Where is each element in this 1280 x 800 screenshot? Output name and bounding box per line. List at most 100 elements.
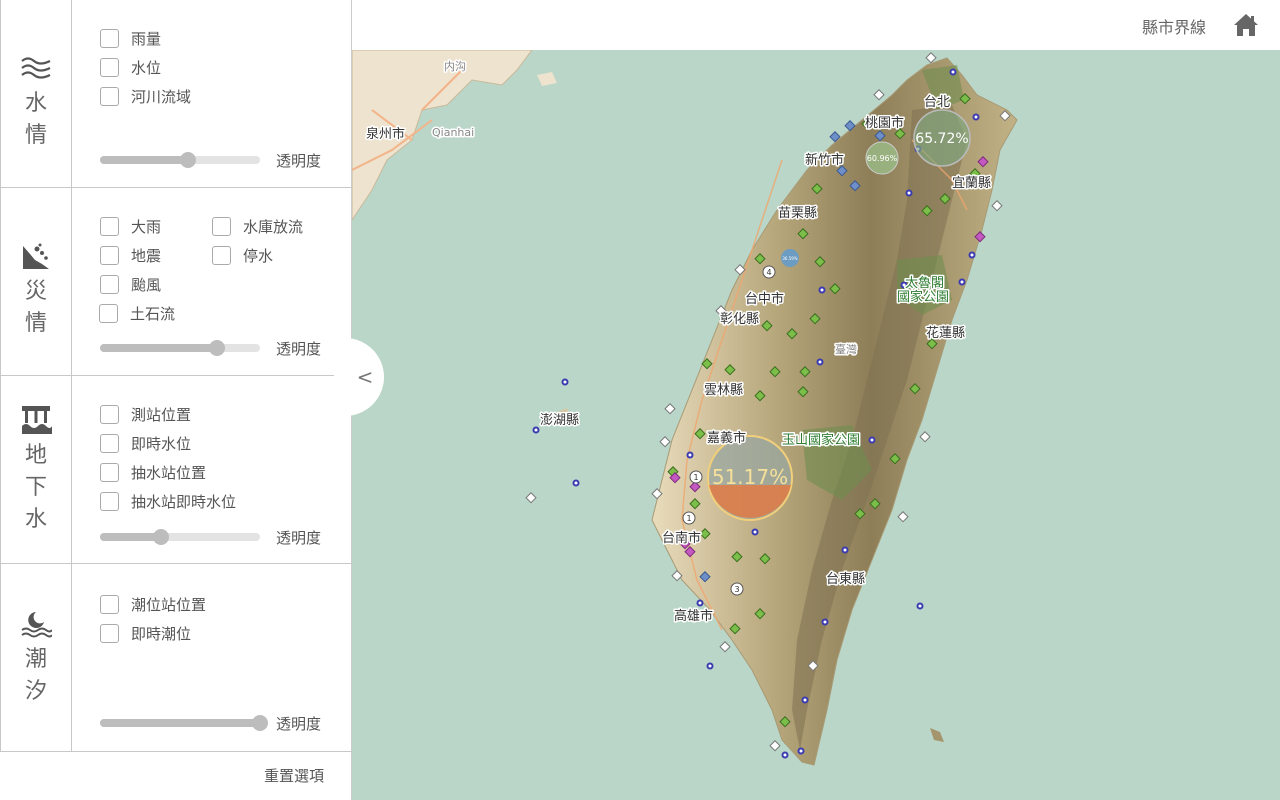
label-kaohsiung: 高雄市 bbox=[674, 608, 713, 624]
checkbox[interactable] bbox=[100, 29, 119, 48]
checkbox[interactable] bbox=[100, 492, 119, 511]
landslide-icon bbox=[23, 243, 49, 269]
option-label: 水位 bbox=[131, 59, 162, 77]
option-water-outage[interactable]: 停水 bbox=[212, 245, 273, 266]
label-taiwan: 臺灣 bbox=[835, 342, 857, 356]
option-label: 河川流域 bbox=[131, 88, 192, 106]
option-heavy-rain[interactable]: 大雨 bbox=[100, 216, 161, 237]
label-taitung: 台東縣 bbox=[826, 571, 865, 587]
option-typhoon[interactable]: 颱風 bbox=[100, 274, 161, 295]
slider-fill bbox=[100, 719, 260, 727]
checkbox[interactable] bbox=[100, 275, 119, 294]
cluster-north[interactable]: 65.72% bbox=[913, 109, 971, 167]
label-penghu: 澎湖縣 bbox=[540, 413, 579, 428]
option-label: 測站位置 bbox=[131, 406, 192, 424]
opacity-label: 透明度 bbox=[276, 715, 322, 733]
option-reservoir-release[interactable]: 水庫放流 bbox=[212, 216, 303, 237]
cluster-hsinchu[interactable]: 60.96% bbox=[865, 141, 899, 175]
slider-knob[interactable] bbox=[152, 529, 169, 545]
section-water: 水情 雨量 水位 河川流域 透明度 bbox=[0, 0, 352, 188]
opacity-label: 透明度 bbox=[276, 340, 322, 358]
label-taoyuan: 桃園市 bbox=[865, 115, 904, 131]
label-chiayi: 嘉義市 bbox=[707, 430, 746, 446]
option-water-level[interactable]: 水位 bbox=[100, 57, 161, 78]
label-miaoli: 苗栗縣 bbox=[778, 206, 817, 221]
option-tide-station[interactable]: 潮位站位置 bbox=[100, 594, 206, 615]
option-rainfall[interactable]: 雨量 bbox=[100, 28, 161, 49]
option-label: 抽水站位置 bbox=[131, 464, 207, 482]
checkbox[interactable] bbox=[100, 595, 119, 614]
checkbox[interactable] bbox=[100, 405, 119, 424]
section-disaster-title: 災情 bbox=[24, 279, 47, 336]
section-groundwater-title: 地下水 bbox=[24, 443, 47, 532]
option-earthquake[interactable]: 地震 bbox=[100, 245, 161, 266]
cluster-north-label: 65.72% bbox=[915, 131, 968, 147]
map-view[interactable]: 4 1 1 3 65.72% 60.96% 36.59% 51.17% 泉州市 … bbox=[352, 50, 1280, 800]
option-river-basin[interactable]: 河川流域 bbox=[100, 86, 191, 107]
checkbox[interactable] bbox=[212, 217, 231, 236]
checkbox[interactable] bbox=[100, 434, 119, 453]
cluster-small-label: 36.59% bbox=[782, 256, 797, 261]
cluster-south[interactable]: 51.17% bbox=[707, 435, 793, 521]
option-label: 大雨 bbox=[131, 218, 162, 236]
groundwater-icon bbox=[22, 406, 52, 434]
opacity-label: 透明度 bbox=[276, 152, 322, 170]
checkbox[interactable] bbox=[100, 58, 119, 77]
section-disaster: 災情 大雨 水庫放流 地震 停水 颱風 土石流 透明度 bbox=[0, 188, 352, 376]
slider-fill bbox=[100, 156, 188, 164]
slider-fill bbox=[100, 533, 161, 541]
top-bar: 縣市界線 bbox=[352, 0, 1280, 50]
label-taichung: 台中市 bbox=[745, 291, 784, 307]
option-pump-location[interactable]: 抽水站位置 bbox=[100, 462, 206, 483]
checkbox[interactable] bbox=[100, 217, 119, 236]
label-tainan: 台南市 bbox=[662, 530, 701, 546]
option-label: 潮位站位置 bbox=[131, 596, 207, 614]
taiwan-map[interactable]: 4 1 1 3 65.72% 60.96% 36.59% 51.17% 泉州市 … bbox=[352, 50, 1280, 800]
label-quanzhou: 泉州市 bbox=[366, 126, 405, 142]
opacity-slider-water[interactable] bbox=[100, 152, 260, 168]
svg-text:1: 1 bbox=[686, 514, 691, 523]
section-water-header: 水情 bbox=[0, 0, 72, 187]
cluster-hsinchu-label: 60.96% bbox=[867, 154, 898, 163]
svg-text:3: 3 bbox=[734, 585, 739, 594]
label-neigou: 内沟 bbox=[444, 59, 466, 73]
county-boundary-toggle[interactable]: 縣市界線 bbox=[1142, 14, 1206, 38]
checkbox[interactable] bbox=[99, 304, 118, 323]
cluster-small[interactable]: 36.59% bbox=[781, 249, 799, 267]
water-waves-icon bbox=[21, 57, 51, 79]
checkbox[interactable] bbox=[100, 463, 119, 482]
label-yunlin: 雲林縣 bbox=[704, 383, 743, 398]
opacity-slider-disaster[interactable] bbox=[100, 340, 260, 356]
label-taroko: 太魯閣 bbox=[905, 276, 944, 291]
option-station-location[interactable]: 測站位置 bbox=[100, 404, 191, 425]
option-label: 地震 bbox=[131, 247, 162, 265]
slider-knob[interactable] bbox=[252, 715, 268, 731]
option-label: 土石流 bbox=[130, 305, 176, 323]
option-label: 雨量 bbox=[131, 30, 162, 48]
checkbox[interactable] bbox=[100, 87, 119, 106]
label-yilan: 宜蘭縣 bbox=[952, 175, 991, 191]
checkbox[interactable] bbox=[100, 246, 119, 265]
option-realtime-level[interactable]: 即時水位 bbox=[100, 433, 191, 454]
option-label: 抽水站即時水位 bbox=[131, 493, 237, 511]
checkbox[interactable] bbox=[100, 624, 119, 643]
section-water-title: 水情 bbox=[24, 91, 47, 148]
option-pump-realtime-level[interactable]: 抽水站即時水位 bbox=[100, 491, 236, 512]
home-icon[interactable] bbox=[1232, 11, 1260, 39]
option-label: 水庫放流 bbox=[243, 218, 304, 236]
section-disaster-header: 災情 bbox=[0, 188, 72, 375]
label-changhua: 彰化縣 bbox=[720, 311, 759, 327]
option-label: 即時水位 bbox=[131, 435, 192, 453]
option-realtime-tide[interactable]: 即時潮位 bbox=[100, 623, 191, 644]
slider-knob[interactable] bbox=[208, 340, 225, 356]
opacity-slider-tide[interactable] bbox=[100, 715, 268, 731]
opacity-slider-groundwater[interactable] bbox=[100, 529, 260, 545]
section-groundwater-header: 地下水 bbox=[0, 376, 72, 563]
option-debris-flow[interactable]: 土石流 bbox=[99, 303, 175, 324]
section-tide-header: 潮汐 bbox=[0, 564, 72, 751]
slider-knob[interactable] bbox=[180, 152, 196, 168]
section-groundwater: 地下水 測站位置 即時水位 抽水站位置 抽水站即時水位 透明度 bbox=[0, 376, 352, 564]
checkbox[interactable] bbox=[212, 246, 231, 265]
opacity-label: 透明度 bbox=[276, 529, 322, 547]
reset-options-button[interactable]: 重置選項 bbox=[264, 765, 324, 786]
